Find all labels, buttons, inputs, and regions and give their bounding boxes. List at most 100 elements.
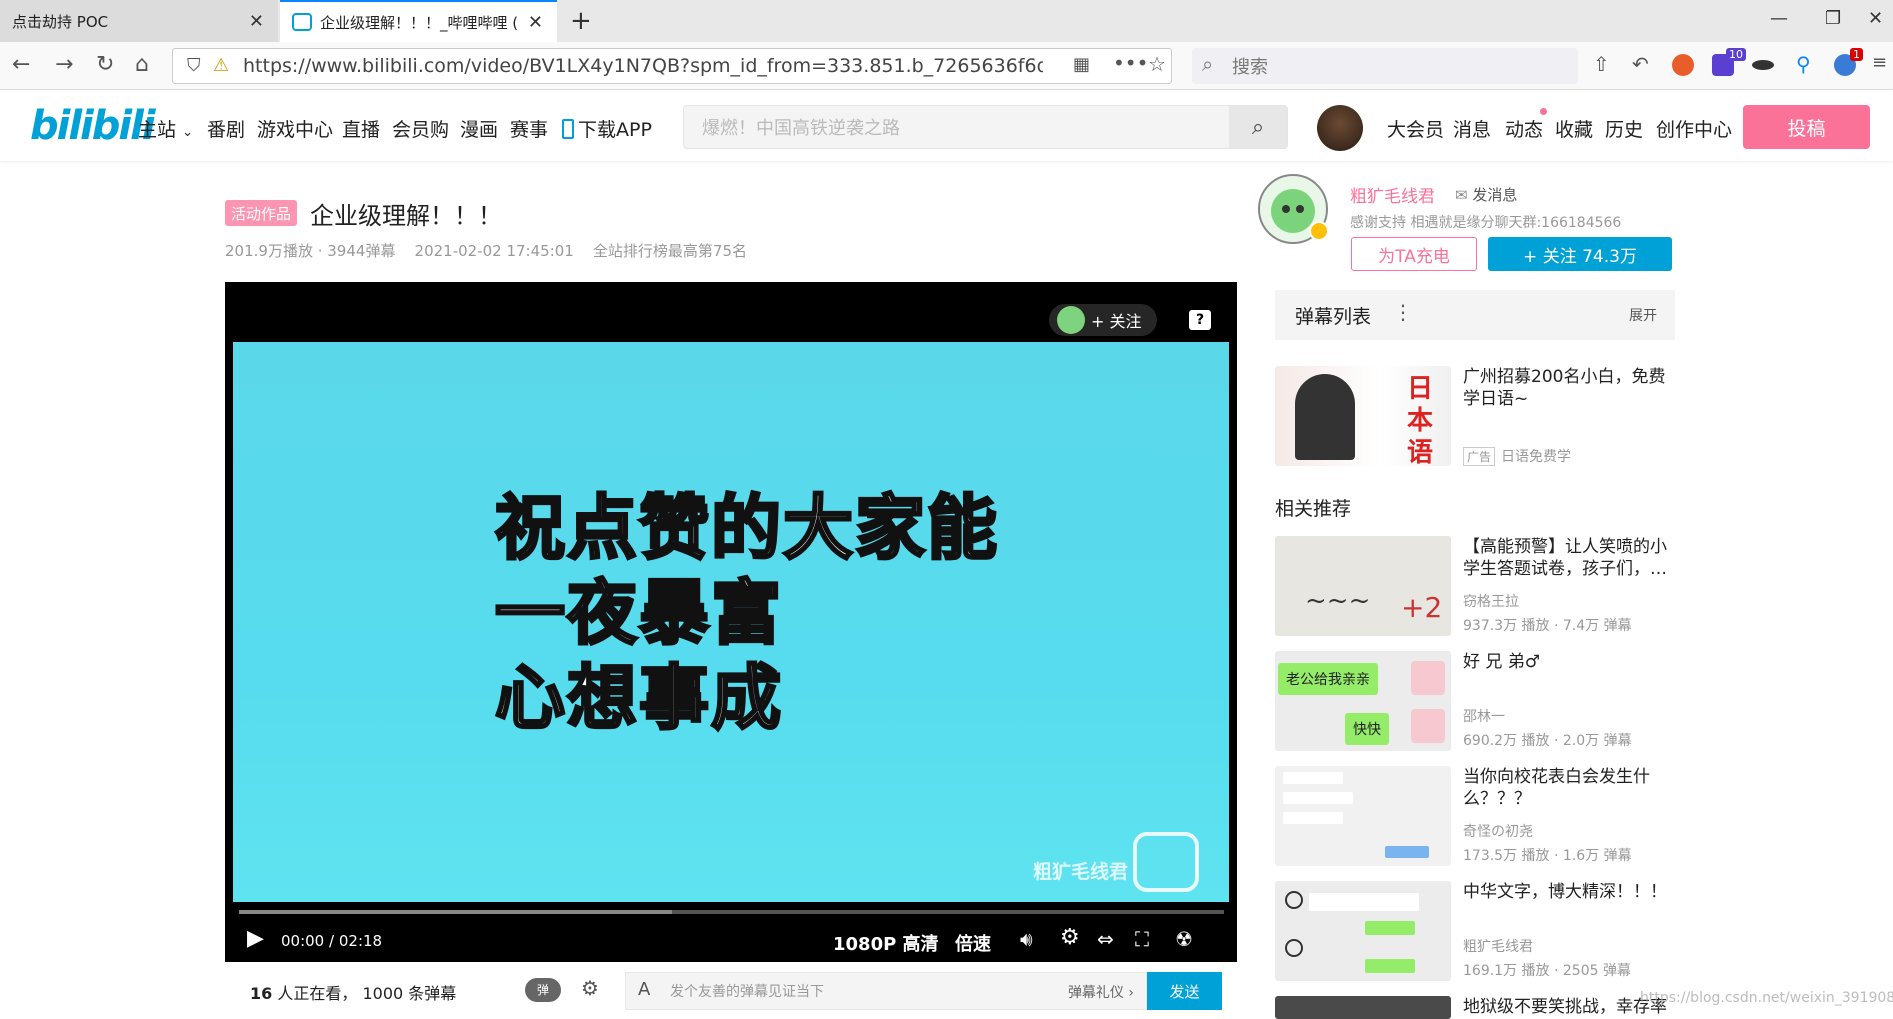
related-title[interactable]: 当你向校花表白会发生什么？？？ (1463, 766, 1679, 810)
home-icon[interactable]: ⌂ (135, 52, 149, 77)
restore-icon[interactable]: ❐ (1825, 8, 1841, 29)
more-actions-icon[interactable]: ••• (1113, 51, 1148, 75)
related-up[interactable]: 窃格王拉 (1463, 591, 1519, 611)
quality-selector[interactable]: 1080P 高清 (833, 930, 939, 956)
minimize-icon[interactable]: — (1770, 8, 1788, 29)
link-favorites[interactable]: 收藏 (1555, 115, 1593, 142)
avatar[interactable] (1317, 105, 1363, 151)
video-player[interactable]: + 关注 ? 祝点赞的大家能 一夜暴富 心想事成 粗犷毛线君 ▶ 00:00 /… (225, 282, 1237, 962)
browser-search-input[interactable]: ⌕ 搜索 (1192, 48, 1578, 84)
bookmark-star-icon[interactable]: ☆ (1148, 52, 1166, 76)
settings-gear-icon[interactable]: ⚙ (1060, 925, 1080, 950)
window-close-icon[interactable]: ✕ (1868, 8, 1883, 29)
fullscreen-icon[interactable]: ☢ (1175, 927, 1193, 951)
watching-label: 人正在看， (277, 984, 358, 1003)
related-thumbnail[interactable]: ~~~ +2 (1275, 536, 1451, 636)
danmaku-list-panel[interactable]: 弹幕列表 ⋮ 展开 (1275, 290, 1675, 340)
hat-icon[interactable] (1752, 60, 1774, 70)
related-thumbnail[interactable] (1275, 996, 1451, 1019)
ad-title[interactable]: 广州招募200名小白，免费学日语~ (1463, 366, 1679, 410)
danmaku-total: 1000 条弹幕 (362, 984, 457, 1003)
csdn-watermark: https://blog.csdn.net/weixin_39190897 (1640, 990, 1893, 1006)
chevron-down-icon: ⌄ (182, 125, 193, 140)
nav-main-site[interactable]: 主站 ⌄ (138, 115, 193, 142)
url-bar[interactable]: ⛉ ⚠ https://www.bilibili.com/video/BV1LX… (172, 48, 1172, 84)
watching-count: 16 (250, 984, 273, 1003)
new-tab-icon[interactable]: + (570, 6, 592, 36)
back-icon[interactable]: ← (12, 52, 30, 77)
web-fullscreen-icon[interactable]: ⛶ (1135, 927, 1149, 951)
undo-icon[interactable]: ↶ (1632, 52, 1649, 76)
chat-line-image (1283, 812, 1343, 824)
danmaku-etiquette-link[interactable]: 弹幕礼仪 › (1068, 982, 1134, 1002)
related-title[interactable]: 【高能预警】让人笑喷的小学生答题试卷，孩子们，… (1463, 536, 1679, 580)
nav-esports[interactable]: 赛事 (510, 115, 548, 142)
related-title[interactable]: 中华文字，博大精深！！！ (1463, 881, 1679, 903)
related-up[interactable]: 奇怪の初尧 (1463, 821, 1533, 841)
search-icon[interactable]: ⌕ (1229, 106, 1287, 148)
nav-mall[interactable]: 会员购 (392, 115, 449, 142)
send-message-link[interactable]: ✉ 发消息 (1455, 184, 1517, 205)
danmaku-toggle[interactable]: 弹 (525, 978, 561, 1002)
more-vertical-icon[interactable]: ⋮ (1393, 300, 1413, 324)
activity-tag[interactable]: 活动作品 (225, 200, 297, 226)
bilibili-logo[interactable]: bilibili (30, 103, 156, 149)
video-screen[interactable]: 祝点赞的大家能 一夜暴富 心想事成 粗犷毛线君 (233, 342, 1229, 902)
search-icon: ⌕ (1202, 52, 1214, 76)
nav-live[interactable]: 直播 (342, 115, 380, 142)
progress-bar[interactable] (239, 910, 1224, 914)
ad-thumbnail[interactable]: 日 本 语 (1275, 366, 1451, 466)
location-pin-icon[interactable]: ⚲ (1796, 52, 1811, 76)
link-creator-center[interactable]: 创作中心 (1656, 115, 1732, 142)
upload-button[interactable]: 投稿 (1743, 105, 1870, 149)
link-dynamics[interactable]: 动态 (1505, 115, 1543, 142)
reload-icon[interactable]: ↻ (96, 52, 114, 77)
link-history[interactable]: 历史 (1605, 115, 1643, 142)
follow-button[interactable]: + 关注 74.3万 (1488, 237, 1672, 271)
save-to-pocket-icon[interactable]: ⇧ (1593, 52, 1610, 76)
volume-icon[interactable]: 🔊︎ (1020, 927, 1033, 951)
widescreen-icon[interactable]: ⇔ (1097, 927, 1114, 951)
close-icon[interactable]: ✕ (249, 11, 264, 32)
danmaku-input[interactable]: A 发个友善的弹幕见证当下 弹幕礼仪 › (625, 972, 1147, 1010)
qr-code-icon[interactable]: ▦ (1073, 54, 1090, 75)
nav-manga[interactable]: 漫画 (460, 115, 498, 142)
play-icon[interactable]: ▶ (247, 926, 264, 951)
uploader-avatar[interactable] (1249, 165, 1337, 245)
link-vip[interactable]: 大会员 (1387, 115, 1444, 142)
related-title[interactable]: 好 兄 弟♂ (1463, 651, 1679, 673)
related-stats: 937.3万 播放 · 7.4万 弹幕 (1463, 618, 1632, 634)
site-search-input[interactable]: 爆燃！中国高铁逆袭之路 ⌕ (683, 105, 1288, 149)
browser-tab-poc[interactable]: 点击劫持 POC ✕ (0, 0, 278, 42)
shield-icon[interactable]: ⛉ (187, 55, 201, 76)
charge-button[interactable]: 为TA充电 (1351, 237, 1477, 271)
related-up[interactable]: 邵林一 (1463, 706, 1505, 726)
expand-button[interactable]: 展开 (1629, 305, 1657, 325)
player-follow-button[interactable]: + 关注 (1049, 304, 1157, 336)
uploader-name[interactable]: 粗犷毛线君 (1350, 182, 1435, 207)
link-messages[interactable]: 消息 (1453, 115, 1491, 142)
related-up[interactable]: 粗犷毛线君 (1463, 936, 1533, 956)
speed-selector[interactable]: 倍速 (955, 930, 991, 956)
related-stats: 690.2万 播放 · 2.0万 弹幕 (1463, 733, 1632, 749)
nav-game-center[interactable]: 游戏中心 (257, 115, 333, 142)
forward-icon[interactable]: → (55, 52, 73, 77)
adblock-icon[interactable] (1672, 54, 1694, 76)
close-icon[interactable]: ✕ (528, 12, 543, 33)
text-style-icon[interactable]: A (638, 979, 650, 1000)
help-icon[interactable]: ? (1189, 310, 1211, 330)
menu-icon[interactable]: ≡ (1872, 52, 1887, 73)
related-thumbnail[interactable] (1275, 881, 1451, 981)
nav-bangumi[interactable]: 番剧 (207, 115, 245, 142)
related-thumbnail[interactable]: 老公给我亲亲 快快 (1275, 651, 1451, 751)
send-button[interactable]: 发送 (1147, 972, 1222, 1010)
bilibili-tv-icon (1133, 832, 1199, 892)
related-thumbnail[interactable] (1275, 766, 1451, 866)
rank-text[interactable]: 全站排行榜最高第75名 (593, 242, 747, 260)
chat-bubble: 老公给我亲亲 (1278, 663, 1378, 695)
browser-tab-bilibili[interactable]: 企业级理解！！！_哔哩哔哩 ( ✕ (280, 0, 557, 42)
nav-download-app[interactable]: 下载APP (562, 115, 652, 142)
lock-warning-icon[interactable]: ⚠ (213, 55, 229, 76)
related-stats: 173.5万 播放 · 1.6万 弹幕 (1463, 848, 1632, 864)
danmaku-settings-icon[interactable]: ⚙ (581, 976, 599, 1000)
